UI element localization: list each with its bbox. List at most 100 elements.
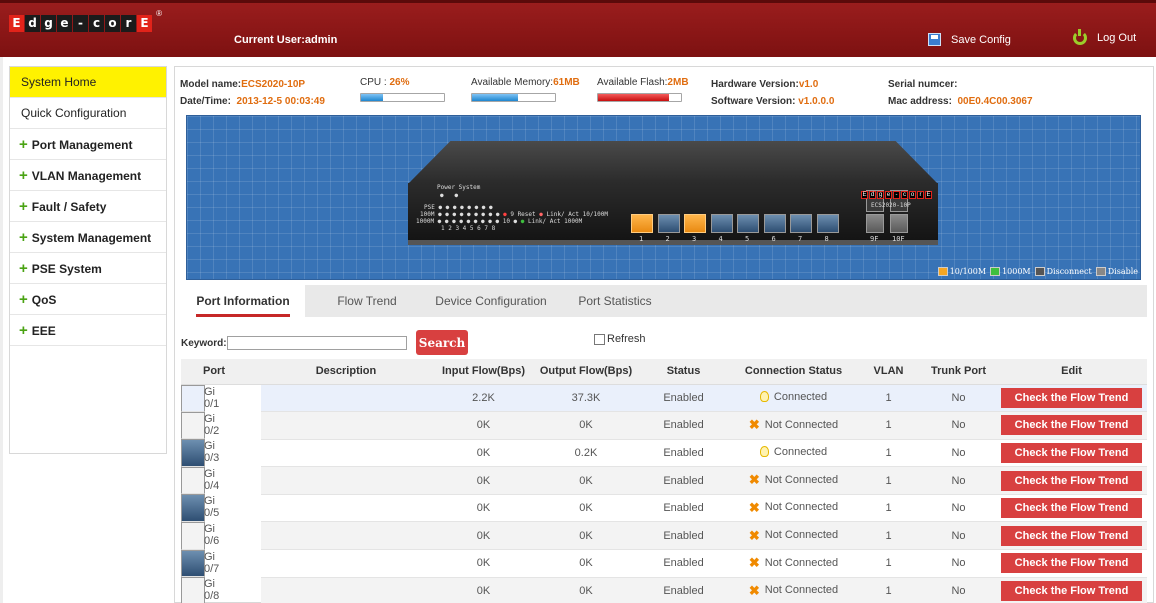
tab-port-statistics[interactable]: Port Statistics bbox=[553, 285, 677, 317]
ethernet-port-2 bbox=[657, 214, 680, 233]
legend-label: Disable bbox=[1107, 266, 1138, 276]
connection-status: ✖ Not Connected bbox=[749, 473, 838, 486]
port-number: 5 bbox=[745, 235, 750, 243]
table-row: Gi 0/6 0K 0K Enabled ✖ Not Connected 1 No Check … bbox=[181, 521, 1147, 551]
check-flow-trend-button[interactable]: Check the Flow Trend bbox=[1001, 387, 1142, 408]
led-numbers: 1 2 3 4 5 6 7 8 bbox=[441, 225, 496, 232]
sidebar-item-port-management[interactable]: + Port Management bbox=[10, 129, 166, 160]
serial-number: Serial numcer: bbox=[888, 79, 958, 90]
search-button[interactable]: Search bbox=[416, 330, 468, 355]
connection-status: ✖ Not Connected bbox=[749, 418, 838, 431]
ethernet-port-7 bbox=[790, 214, 812, 233]
check-flow-trend-button[interactable]: Check the Flow Trend bbox=[1001, 415, 1142, 436]
table-row: Gi 0/7 0K 0K Enabled ✖ Not Connected 1 No Check … bbox=[181, 549, 1147, 578]
output-flow-cell: 37.3K bbox=[536, 384, 636, 413]
description-cell bbox=[261, 439, 431, 468]
sidebar-item-pse-system[interactable]: + PSE System bbox=[10, 253, 166, 284]
logout-button[interactable]: Log Out bbox=[1073, 29, 1137, 45]
sidebar-item-vlan-management[interactable]: + VLAN Management bbox=[10, 160, 166, 191]
logo-letter: e bbox=[57, 15, 72, 32]
ethernet-port-6 bbox=[763, 214, 786, 233]
check-flow-trend-button[interactable]: Check the Flow Trend bbox=[1001, 580, 1142, 601]
cpu-bar bbox=[360, 93, 445, 102]
refresh-checkbox-box[interactable] bbox=[594, 333, 605, 345]
tab-device-configuration[interactable]: Device Configuration bbox=[429, 285, 553, 317]
legend-label: Disconnect bbox=[1046, 266, 1092, 276]
sidebar-item-quick-configuration[interactable]: Quick Configuration bbox=[10, 98, 166, 129]
panel-brand-letter: E bbox=[861, 191, 868, 199]
edit-cell: Check the Flow Trend bbox=[996, 384, 1147, 413]
col-output-flow: Output Flow(Bps) bbox=[536, 359, 636, 385]
software-version: Software Version: v1.0.0.0 bbox=[711, 96, 835, 107]
save-icon bbox=[928, 33, 941, 46]
ethernet-port-4 bbox=[710, 214, 733, 233]
legend-item: Disconnect bbox=[1034, 266, 1092, 276]
legend-item: 10/100M bbox=[937, 267, 986, 276]
port-number: 2 bbox=[665, 235, 670, 243]
check-flow-trend-button[interactable]: Check the Flow Trend bbox=[1001, 525, 1142, 546]
connection-status-label: Connected bbox=[773, 445, 828, 458]
vlan-cell: 1 bbox=[856, 521, 921, 551]
input-flow-cell: 0K bbox=[431, 549, 536, 578]
connection-status-cell: ✖ Not Connected bbox=[731, 577, 856, 603]
sidebar-item-label: PSE System bbox=[31, 262, 102, 276]
port-cell: Gi 0/8 bbox=[181, 577, 219, 603]
memory-bar bbox=[471, 93, 556, 102]
expand-plus-icon: + bbox=[19, 260, 28, 277]
keyword-input[interactable] bbox=[227, 336, 407, 350]
sidebar-item-system-management[interactable]: + System Management bbox=[10, 222, 166, 253]
connection-status-label: Connected bbox=[773, 390, 828, 403]
tab-flow-trend[interactable]: Flow Trend bbox=[305, 285, 429, 317]
refresh-checkbox[interactable]: Refresh bbox=[594, 333, 646, 345]
panel-brand-letter: E bbox=[925, 191, 932, 199]
hardware-version: Hardware Version:v1.0 bbox=[711, 79, 819, 90]
sidebar-item-eee[interactable]: + EEE bbox=[10, 315, 166, 346]
edit-cell: Check the Flow Trend bbox=[996, 439, 1147, 468]
connection-status: ✖ Not Connected bbox=[749, 556, 838, 569]
check-flow-trend-button[interactable]: Check the Flow Trend bbox=[1001, 553, 1142, 574]
port-table: Port Description Input Flow(Bps) Output … bbox=[181, 359, 1147, 603]
sidebar-item-qos[interactable]: + QoS bbox=[10, 284, 166, 315]
switch-front-panel: Power System ● ● PSE ● ● ● ● ● ● ● ● 100… bbox=[186, 115, 1141, 280]
connection-status-cell: ✖ Not Connected bbox=[731, 549, 856, 578]
legend-label: 1000M bbox=[1002, 266, 1031, 276]
output-flow-cell: 0K bbox=[536, 466, 636, 495]
power-system-label: Power System bbox=[437, 184, 481, 191]
trunk-port-cell: No bbox=[921, 384, 996, 413]
description-cell bbox=[261, 494, 431, 523]
check-flow-trend-button[interactable]: Check the Flow Trend bbox=[1001, 442, 1142, 463]
connection-status-cell: Connected bbox=[731, 439, 856, 468]
sidebar-item-label: Fault / Safety bbox=[31, 200, 107, 214]
edit-cell: Check the Flow Trend bbox=[996, 466, 1147, 495]
port-cell: Gi 0/6 bbox=[181, 521, 219, 550]
table-body: Gi 0/1 2.2K 37.3K Enabled Connected 1 No Check … bbox=[181, 384, 1147, 603]
edit-cell: Check the Flow Trend bbox=[996, 411, 1147, 440]
sidebar-item-system-home[interactable]: System Home bbox=[10, 67, 166, 98]
output-flow-cell: 0.2K bbox=[536, 439, 636, 468]
logout-label: Log Out bbox=[1097, 32, 1137, 44]
input-flow-cell: 0K bbox=[431, 494, 536, 523]
output-flow-cell: 0K bbox=[536, 577, 636, 603]
cpu-bar-fill bbox=[361, 94, 383, 101]
port-number: 3 bbox=[692, 235, 697, 243]
panel-brand-letter: r bbox=[917, 191, 924, 199]
port-number: 4 bbox=[718, 235, 723, 243]
connection-status-label: Not Connected bbox=[764, 501, 839, 514]
tab-label: Device Configuration bbox=[435, 294, 547, 308]
tab-port-information[interactable]: Port Information bbox=[181, 285, 305, 317]
save-config-button[interactable]: Save Config bbox=[928, 33, 1011, 46]
panel-model-label: ECS2020-10P bbox=[871, 202, 911, 209]
connection-status-label: Not Connected bbox=[764, 529, 839, 542]
col-status: Status bbox=[636, 359, 731, 385]
vlan-cell: 1 bbox=[856, 466, 921, 495]
sidebar-item-fault-safety[interactable]: + Fault / Safety bbox=[10, 191, 166, 222]
connection-status-cell: ✖ Not Connected bbox=[731, 411, 856, 440]
panel-brand-letter: d bbox=[869, 191, 876, 199]
check-flow-trend-button[interactable]: Check the Flow Trend bbox=[1001, 498, 1142, 519]
refresh-label: Refresh bbox=[607, 333, 646, 345]
panel-brand-letter: - bbox=[893, 191, 900, 199]
trunk-port-cell: No bbox=[921, 411, 996, 440]
check-flow-trend-button[interactable]: Check the Flow Trend bbox=[1001, 470, 1142, 491]
port-number: 1 bbox=[639, 235, 644, 243]
main-content: Model name:ECS2020-10P Date/Time: 2013-1… bbox=[174, 66, 1154, 603]
